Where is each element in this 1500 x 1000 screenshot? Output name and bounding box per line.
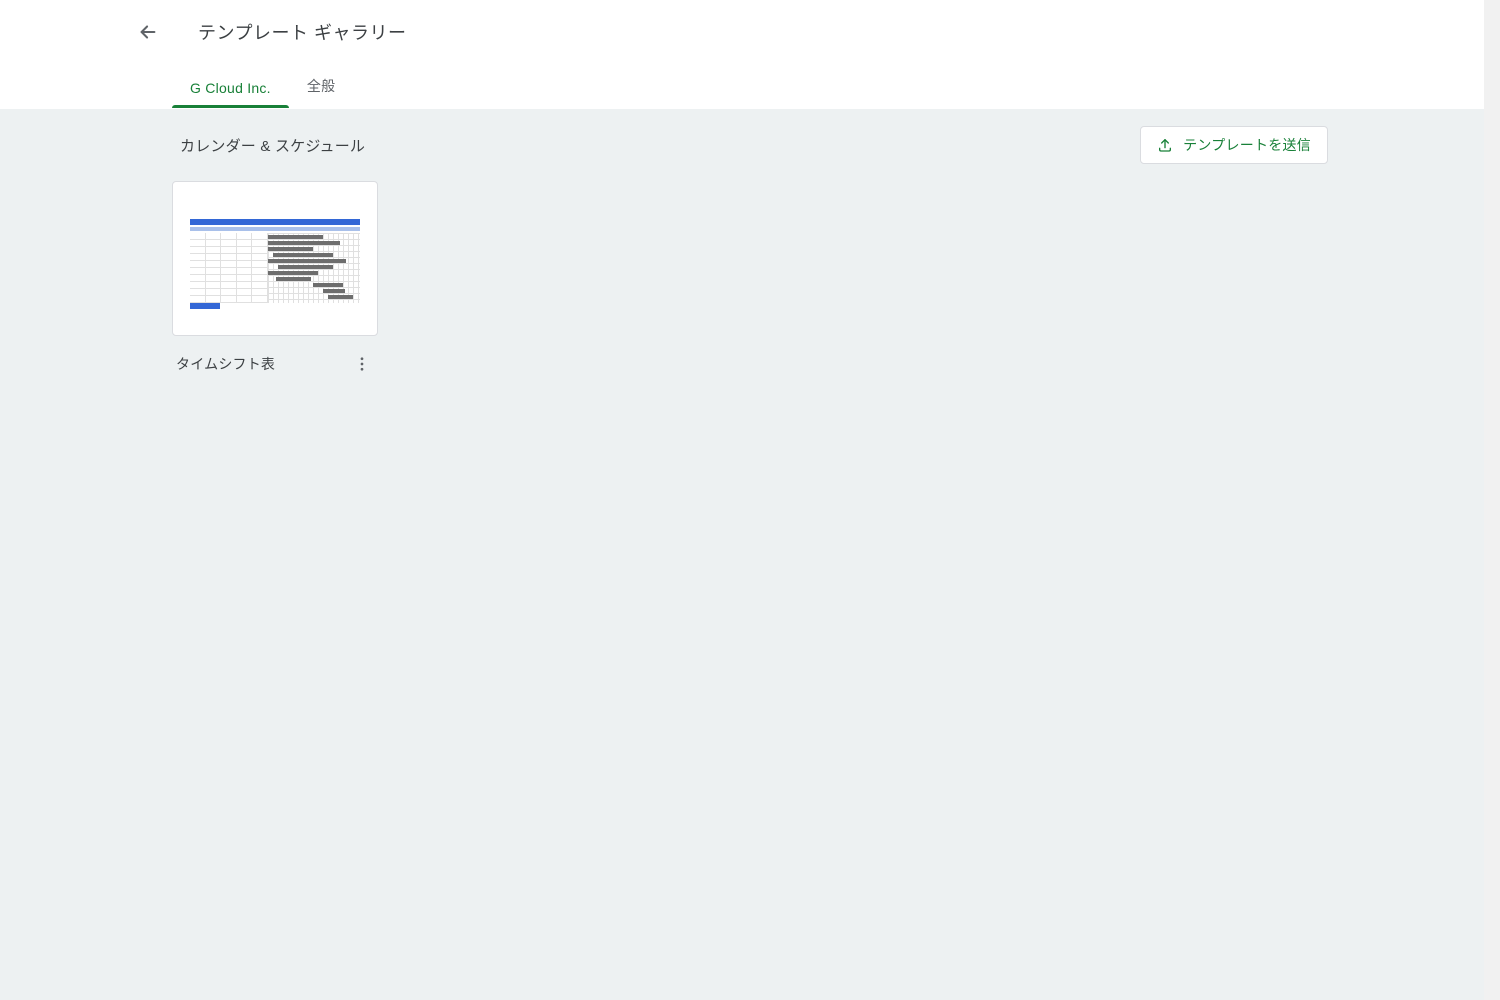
arrow-left-icon — [137, 21, 159, 43]
submit-template-button[interactable]: テンプレートを送信 — [1140, 126, 1328, 164]
section-title: カレンダー & スケジュール — [172, 135, 365, 156]
back-button[interactable] — [128, 12, 168, 52]
template-thumbnail[interactable] — [172, 181, 378, 336]
header-top: テンプレート ギャラリー — [0, 0, 1500, 64]
header: テンプレート ギャラリー G Cloud Inc. 全般 — [0, 0, 1500, 109]
section-header: カレンダー & スケジュール テンプレートを送信 — [172, 127, 1328, 163]
template-cards: タイムシフト表 — [172, 181, 1328, 378]
template-card-footer: タイムシフト表 — [172, 336, 378, 378]
tab-general[interactable]: 全般 — [289, 66, 354, 108]
thumbnail-preview — [190, 209, 360, 309]
more-vert-icon — [353, 355, 371, 373]
content: カレンダー & スケジュール テンプレートを送信 — [0, 109, 1500, 1000]
tabs: G Cloud Inc. 全般 — [0, 64, 1500, 108]
upload-icon — [1157, 137, 1173, 153]
page-title: テンプレート ギャラリー — [198, 19, 406, 45]
scrollbar[interactable] — [1484, 0, 1500, 1000]
template-card: タイムシフト表 — [172, 181, 378, 378]
template-more-button[interactable] — [348, 350, 376, 378]
submit-template-label: テンプレートを送信 — [1183, 135, 1311, 155]
tab-org[interactable]: G Cloud Inc. — [172, 70, 289, 108]
template-title: タイムシフト表 — [176, 354, 275, 374]
